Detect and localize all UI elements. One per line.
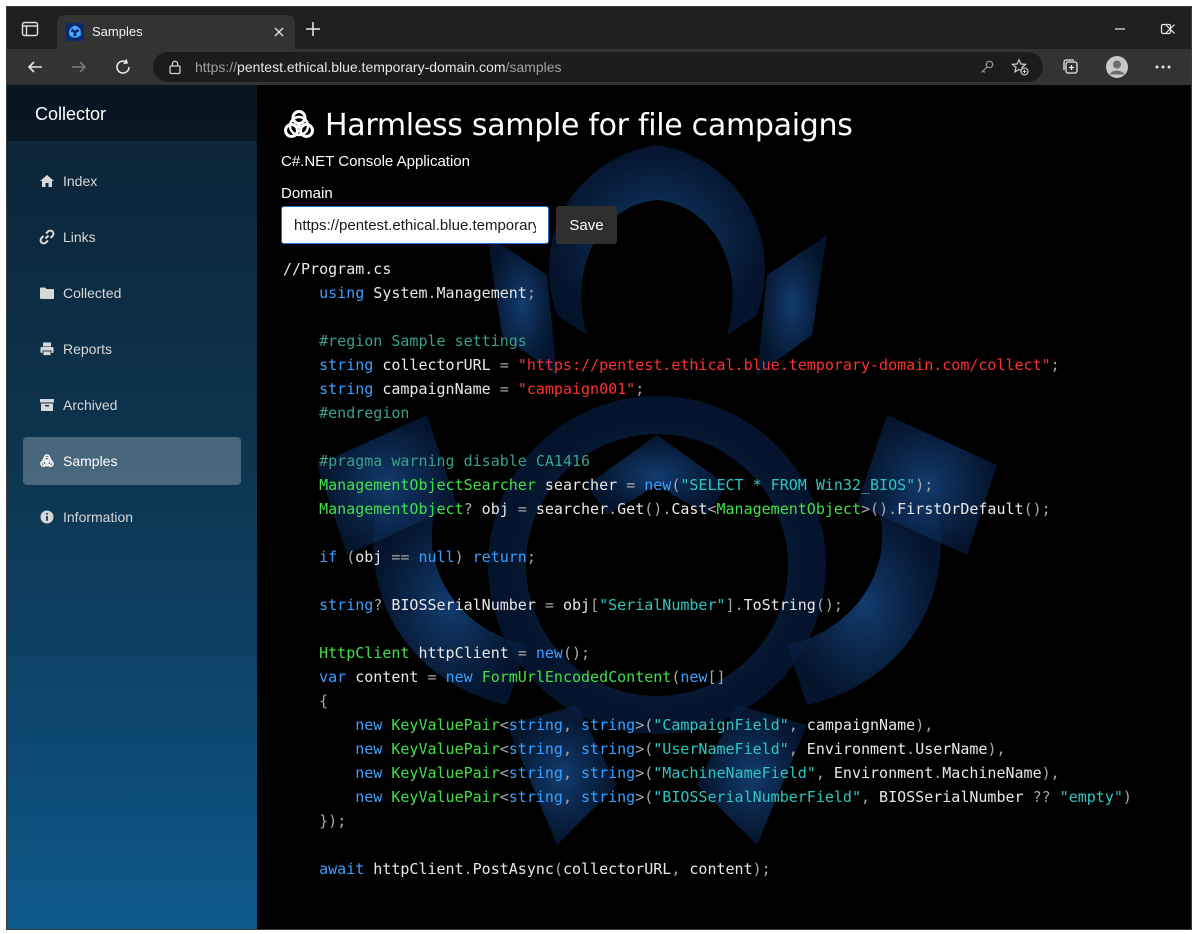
code-line: string campaignName = "campaign001"; (319, 380, 645, 398)
page-subtitle: C#.NET Console Application (281, 153, 470, 170)
tab-samples[interactable]: Samples (57, 15, 295, 49)
close-window-icon[interactable] (1147, 15, 1191, 43)
sidebar-item-label: Samples (63, 453, 118, 469)
code-line: new KeyValuePair<string, string>("Campai… (355, 716, 934, 734)
sidebar-item-archived[interactable]: Archived (23, 381, 241, 429)
sidebar-item-reports[interactable]: Reports (23, 325, 241, 373)
page-heading: Harmless sample for file campaigns (281, 107, 853, 143)
code-line: HttpClient httpClient = new(); (319, 644, 591, 662)
biohazard-favicon-icon (66, 23, 84, 41)
main-content: Harmless sample for file campaigns C#.NE… (257, 85, 1191, 929)
tab-actions-icon[interactable] (21, 21, 39, 37)
minimize-icon[interactable] (1097, 15, 1143, 43)
lock-icon[interactable] (167, 59, 183, 75)
sidebar-item-index[interactable]: Index (23, 157, 241, 205)
url-host: pentest.ethical.blue.temporary-domain.co… (237, 59, 506, 75)
tab-strip: Samples (7, 7, 1191, 49)
code-line: //Program.cs (283, 260, 392, 278)
brand-title[interactable]: Collector (35, 104, 106, 125)
code-line: if (obj == null) return; (319, 548, 536, 566)
code-line: new KeyValuePair<string, string>("Machin… (355, 764, 1060, 782)
code-line: using System.Management; (319, 284, 536, 302)
address-bar[interactable]: https://pentest.ethical.blue.temporary-d… (153, 52, 1043, 82)
browser-window: Samples https://pentest.ethical.blue.tem… (6, 6, 1192, 930)
code-line: { (319, 692, 329, 710)
browser-toolbar: https://pentest.ethical.blue.temporary-d… (7, 49, 1191, 85)
sidebar-item-label: Information (63, 509, 134, 525)
tab-close-icon[interactable] (271, 24, 287, 40)
code-block: //Program.cs using System.Management; #r… (283, 257, 1183, 881)
refresh-icon[interactable] (107, 53, 139, 81)
code-line: var content = new FormUrlEncodedContent(… (319, 668, 726, 686)
sidebar-item-label: Links (63, 229, 96, 245)
url-path: /samples (505, 59, 562, 75)
domain-label: Domain (281, 185, 333, 202)
code-line: new KeyValuePair<string, string>("BIOSSe… (355, 788, 1132, 806)
web-page: Collector Index Links Collected Reports … (7, 85, 1191, 929)
key-icon[interactable] (979, 59, 995, 75)
brand-bar: Collector (7, 85, 257, 141)
code-line: string? BIOSSerialNumber = obj["SerialNu… (319, 596, 843, 614)
more-options-icon[interactable] (1147, 53, 1179, 81)
archive-icon (39, 397, 55, 413)
info-icon (39, 509, 55, 525)
save-button[interactable]: Save (556, 206, 617, 244)
code-line: await httpClient.PostAsync(collectorURL,… (319, 860, 771, 878)
sidebar-item-samples[interactable]: Samples (23, 437, 241, 485)
sidebar-item-label: Archived (63, 397, 118, 413)
printer-icon (39, 341, 55, 357)
url-text[interactable]: https://pentest.ethical.blue.temporary-d… (195, 59, 562, 75)
code-line: }); (319, 812, 347, 830)
code-line: #endregion (283, 404, 410, 422)
page-title: Harmless sample for file campaigns (325, 107, 853, 143)
add-favorite-icon[interactable] (1011, 58, 1029, 76)
code-line: #pragma warning disable CA1416 (283, 452, 591, 470)
profile-avatar-icon[interactable] (1101, 53, 1133, 81)
code-line: new KeyValuePair<string, string>("UserNa… (355, 740, 1006, 758)
biohazard-icon (281, 107, 317, 143)
sidebar-item-label: Index (63, 173, 98, 189)
back-icon[interactable] (19, 53, 51, 81)
sidebar-item-links[interactable]: Links (23, 213, 241, 261)
sidebar-item-label: Collected (63, 285, 122, 301)
sidebar-item-collected[interactable]: Collected (23, 269, 241, 317)
code-line: #region Sample settings (283, 332, 527, 350)
tab-title: Samples (92, 24, 143, 39)
link-icon (39, 229, 55, 245)
sidebar-item-label: Reports (63, 341, 113, 357)
url-prefix: https:// (195, 59, 238, 75)
sidebar: Collector Index Links Collected Reports … (7, 85, 257, 929)
biohazard-icon (39, 453, 55, 469)
code-line: ManagementObject? obj = searcher.Get().C… (319, 500, 1051, 518)
code-line: string collectorURL = "https://pentest.e… (319, 356, 1060, 374)
domain-input[interactable] (281, 206, 549, 244)
collections-icon[interactable] (1055, 53, 1087, 81)
code-line: ManagementObjectSearcher searcher = new(… (319, 476, 934, 494)
forward-icon[interactable] (63, 53, 95, 81)
sidebar-item-information[interactable]: Information (23, 493, 241, 541)
new-tab-icon[interactable] (303, 19, 323, 39)
folder-icon (39, 285, 55, 301)
home-icon (39, 173, 55, 189)
